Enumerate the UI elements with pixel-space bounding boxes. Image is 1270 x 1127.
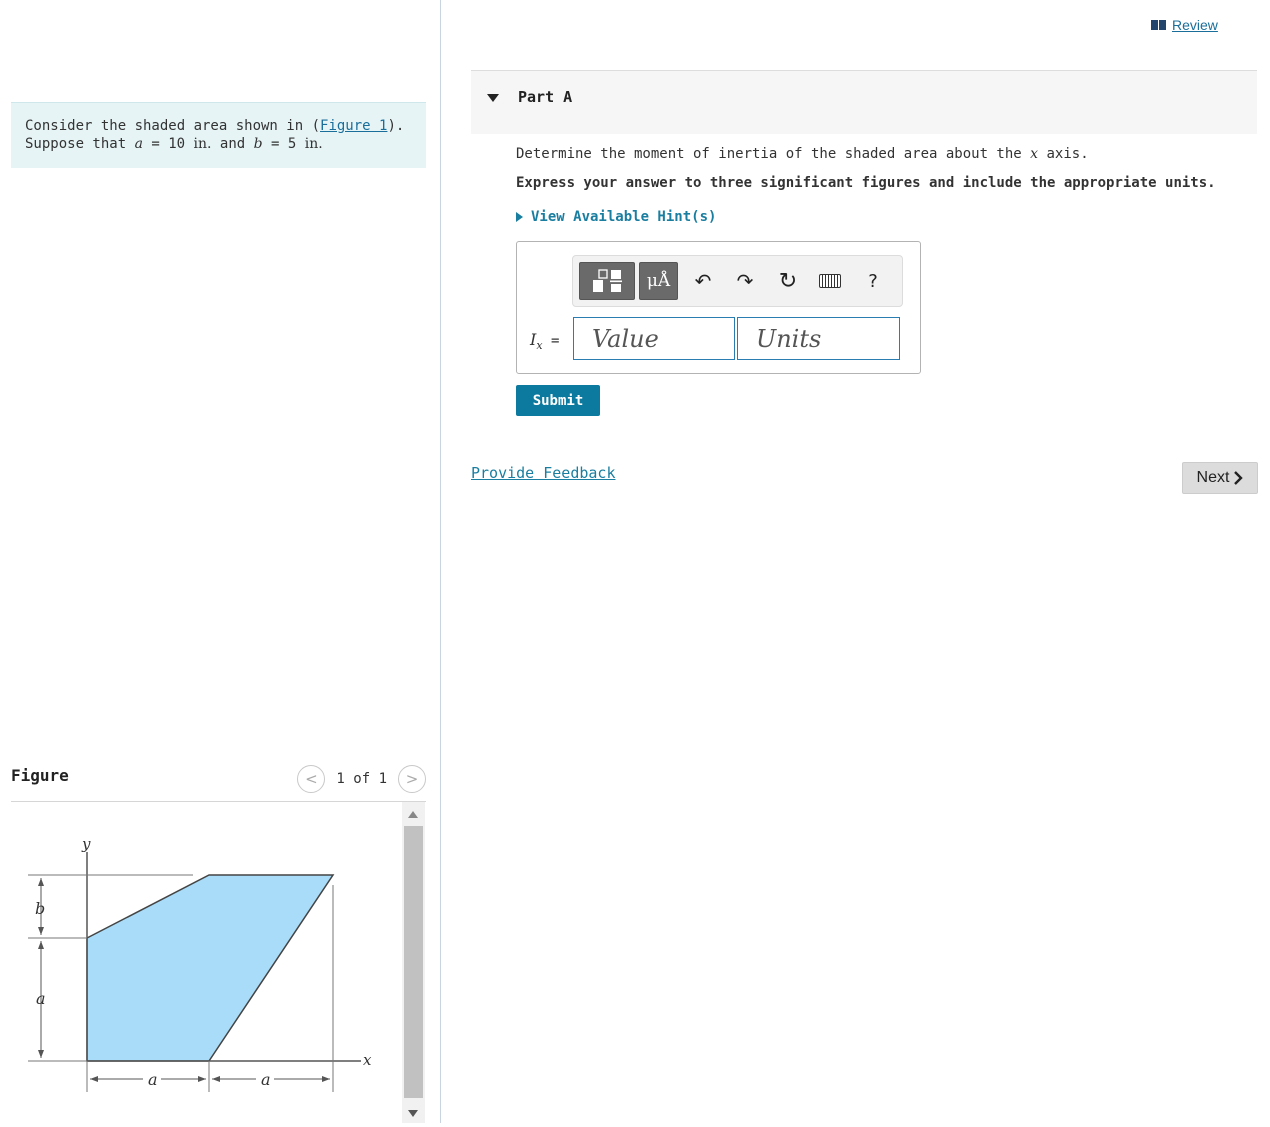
undo-icon[interactable]: ↶	[688, 262, 718, 300]
dimension-arrow	[38, 878, 44, 886]
dimension-a-bottom-1-label: a	[148, 1070, 158, 1089]
redo-icon[interactable]: ↷	[730, 262, 760, 300]
question-text: Determine the moment of inertia of the s…	[516, 146, 1089, 162]
problem-text: Suppose that	[25, 136, 135, 152]
reset-icon[interactable]: ↻	[773, 262, 803, 300]
answer-box: μÅ ↶ ↷ ↻ ? Ix =	[516, 241, 921, 374]
help-icon[interactable]: ?	[858, 262, 888, 300]
left-pane: Consider the shaded area shown in (Figur…	[0, 0, 441, 1123]
dimension-arrow	[38, 941, 44, 949]
dimension-a-vertical-label: a	[36, 989, 46, 1008]
figure-diagram: y x b a a a	[28, 835, 372, 1092]
problem-statement: Consider the shaded area shown in (Figur…	[11, 102, 426, 168]
review-link[interactable]: Review	[1151, 17, 1218, 33]
keyboard-glyph	[819, 274, 841, 288]
scroll-thumb[interactable]	[404, 826, 423, 1098]
keyboard-icon[interactable]	[815, 262, 845, 300]
figure-area: y x b a a a	[11, 802, 426, 1123]
dimension-arrow	[38, 1050, 44, 1058]
dimension-arrow	[90, 1076, 98, 1082]
provide-feedback-link[interactable]: Provide Feedback	[471, 464, 616, 482]
problem-line-1: Consider the shaded area shown in (Figur…	[25, 117, 412, 135]
answer-label: Ix =	[530, 330, 559, 352]
figure-pager: < 1 of 1 >	[297, 765, 426, 793]
dimension-a-bottom-2-label: a	[261, 1070, 271, 1089]
part-title: Part A	[518, 88, 573, 106]
problem-text: = 10	[142, 136, 194, 152]
value-input[interactable]	[573, 317, 735, 360]
figure-title: Figure	[11, 766, 69, 785]
problem-text: Consider the shaded area shown in (	[25, 118, 321, 134]
pane-divider[interactable]	[440, 0, 441, 1123]
var-b: b	[253, 136, 263, 152]
next-figure-button[interactable]: >	[398, 765, 426, 793]
units-input[interactable]	[737, 317, 900, 360]
hint-label: View Available Hint(s)	[531, 209, 717, 225]
pager-text: 1 of 1	[336, 771, 387, 787]
problem-line-2: Suppose that a = 10 in. and b = 5 in.	[25, 135, 412, 153]
next-button[interactable]: Next	[1182, 462, 1258, 494]
chevron-right-icon	[1234, 471, 1244, 485]
submit-button[interactable]: Submit	[516, 385, 600, 416]
scroll-up-icon[interactable]	[408, 811, 418, 818]
label-eq: =	[542, 333, 560, 349]
problem-text: ).	[387, 118, 405, 134]
problem-text: = 5	[262, 136, 305, 152]
part-a-header[interactable]: Part A	[471, 71, 1257, 134]
review-label: Review	[1172, 17, 1218, 33]
templates-glyph	[593, 269, 622, 292]
next-label: Next	[1196, 469, 1230, 486]
figure-header: Figure < 1 of 1 >	[11, 762, 426, 802]
question-prefix: Determine the moment of inertia of the s…	[516, 146, 1031, 162]
unit-text: in.	[193, 136, 212, 152]
question-var: x	[1030, 146, 1039, 162]
var-a: a	[134, 136, 143, 152]
book-icon	[1151, 20, 1166, 30]
unit-text: in.	[304, 136, 323, 152]
instruction-text: Express your answer to three significant…	[516, 175, 1216, 191]
x-axis-label: x	[363, 1051, 372, 1069]
previous-figure-button[interactable]: <	[297, 765, 326, 793]
expand-caret-icon	[516, 212, 523, 222]
dimension-b-label: b	[35, 899, 45, 918]
math-toolbar: μÅ ↶ ↷ ↻ ?	[572, 255, 903, 307]
figure-link[interactable]: Figure 1	[320, 118, 387, 134]
shaded-area	[86, 874, 335, 1062]
templates-icon[interactable]	[579, 262, 635, 300]
collapse-caret-icon[interactable]	[487, 94, 499, 102]
dimension-arrow	[198, 1076, 206, 1082]
dimension-arrow	[212, 1076, 220, 1082]
dimension-arrow	[38, 927, 44, 935]
question-suffix: axis.	[1038, 146, 1089, 162]
y-axis-label: y	[81, 835, 91, 853]
units-icon[interactable]: μÅ	[639, 262, 678, 300]
figure-scrollbar[interactable]	[402, 802, 425, 1123]
dimension-arrow	[322, 1076, 330, 1082]
problem-text: and	[211, 136, 254, 152]
scroll-down-icon[interactable]	[408, 1110, 418, 1117]
view-hints-link[interactable]: View Available Hint(s)	[516, 209, 716, 225]
